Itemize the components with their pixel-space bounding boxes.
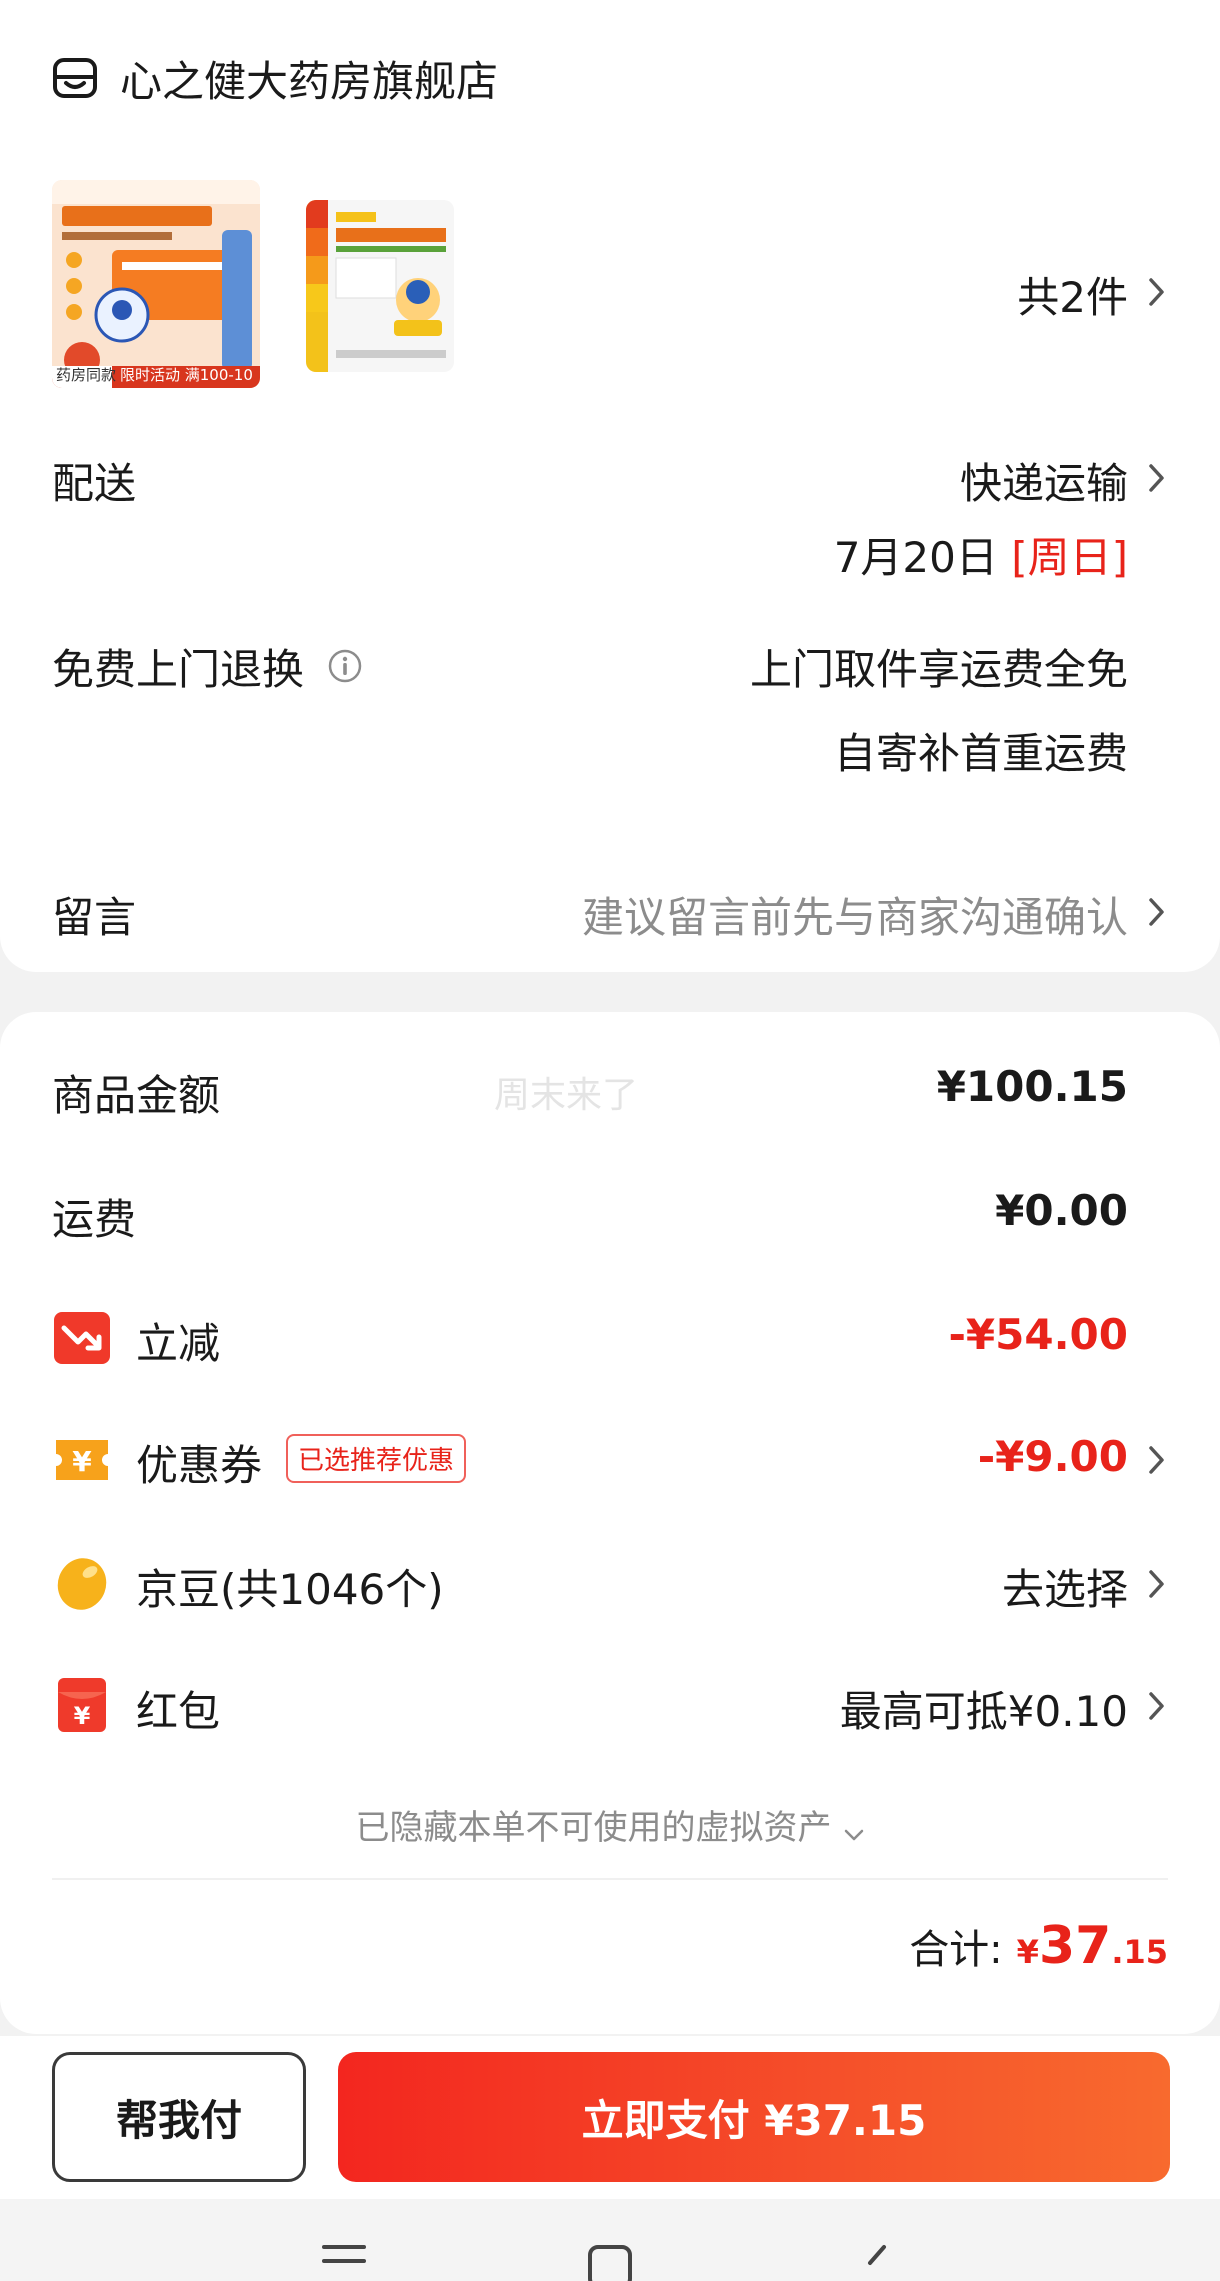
total-label: 合计: — [909, 1927, 1003, 1973]
product-thumbnail[interactable] — [306, 200, 454, 372]
goods-amount-label: 商品金额 — [52, 1071, 221, 1120]
returns-label: 免费上门退换 — [52, 644, 305, 694]
chevron-right-icon — [1149, 1692, 1164, 1720]
chevron-right-icon — [1149, 898, 1164, 926]
store-header[interactable]: 心之健大药房旗舰店 — [52, 48, 498, 108]
product-tag: 药房同款 — [56, 366, 117, 384]
message-label: 留言 — [52, 893, 137, 942]
checkout-bar: 帮我付 立即支付 ¥37.15 — [0, 2036, 1220, 2199]
red-packet-label: 红包 — [136, 1687, 221, 1736]
instant-discount-value: -¥54.00 — [948, 1310, 1128, 1359]
delivery-label: 配送 — [52, 459, 137, 508]
delivery-method[interactable]: 快递运输 — [960, 450, 1128, 511]
hidden-assets-toggle[interactable]: 已隐藏本单不可使用的虚拟资产 — [0, 1800, 1220, 1849]
total-decimal: .15 — [1111, 1933, 1168, 1971]
total-integer: 37 — [1038, 1916, 1112, 1976]
goods-amount-value: ¥100.15 — [936, 1062, 1128, 1111]
divider — [52, 1878, 1168, 1880]
chevron-down-icon — [844, 1829, 863, 1840]
coupon-recommended-badge: 已选推荐优惠 — [286, 1434, 467, 1483]
chevron-right-icon — [1149, 278, 1164, 306]
product-thumbnail[interactable] — [52, 180, 260, 388]
store-name: 心之健大药房旗舰店 — [120, 56, 499, 106]
product-promo-label: 限时活动 满100-10 — [120, 366, 253, 384]
delivery-date: 7月20日 — [833, 533, 998, 582]
system-nav-bar — [0, 2199, 1220, 2281]
jd-beans-select[interactable]: 去选择 — [1002, 1556, 1128, 1617]
nav-back-icon[interactable] — [858, 2243, 898, 2281]
coupon-yen-icon: ¥ — [56, 1440, 108, 1480]
delivery-date-row: 7月20日 [周日] — [834, 524, 1128, 585]
chevron-right-icon — [1149, 1446, 1164, 1474]
instant-discount-label: 立减 — [136, 1319, 221, 1368]
shipping-fee-label: 运费 — [52, 1195, 137, 1244]
nav-home-icon[interactable] — [586, 2243, 634, 2281]
coupon-label: 优惠券 — [136, 1441, 263, 1490]
item-count[interactable]: 共2件 — [1017, 264, 1128, 325]
shipping-fee-value: ¥0.00 — [995, 1186, 1128, 1235]
pay-now-button[interactable]: 立即支付 ¥37.15 — [338, 2052, 1170, 2182]
discount-arrow-icon — [54, 1312, 110, 1364]
total-currency: ¥ — [1016, 1933, 1039, 1971]
returns-free-pickup: 上门取件享运费全免 — [749, 645, 1128, 694]
jd-bean-icon — [57, 1558, 107, 1610]
coupon-value[interactable]: -¥9.00 — [978, 1432, 1128, 1481]
price-card: 周末来了 商品金额 ¥100.15 运费 ¥0.00 立减 -¥54.00 ¥ … — [0, 1012, 1220, 2034]
chevron-right-icon — [1149, 464, 1164, 492]
svg-text:¥: ¥ — [74, 1702, 91, 1730]
help-me-pay-button[interactable]: 帮我付 — [52, 2052, 306, 2182]
order-total: 合计: ¥ 37 .15 — [909, 1916, 1168, 1976]
delivery-weekday: [周日] — [1011, 533, 1128, 582]
product-image-icon — [52, 180, 260, 388]
order-card: 心之健大药房旗舰店 药房同款 限时活动 满100-10 共2件 配送 快递运输 … — [0, 0, 1220, 972]
message-input[interactable]: 建议留言前先与商家沟通确认 — [582, 884, 1128, 945]
chevron-right-icon — [1149, 1570, 1164, 1598]
red-packet-icon: ¥ — [58, 1678, 106, 1732]
jd-beans-label: 京豆(共1046个) — [136, 1565, 444, 1614]
red-packet-value[interactable]: 最高可抵¥0.10 — [840, 1678, 1128, 1739]
product-image-icon — [306, 200, 454, 372]
svg-text:¥: ¥ — [72, 1445, 92, 1478]
returns-label-row: 免费上门退换 — [52, 636, 364, 696]
returns-self-send: 自寄补首重运费 — [833, 729, 1128, 778]
nav-menu-icon[interactable] — [320, 2243, 368, 2281]
hidden-assets-text: 已隐藏本单不可使用的虚拟资产 — [355, 1808, 832, 1848]
watermark-text: 周末来了 — [494, 1075, 639, 1116]
info-icon[interactable] — [326, 647, 364, 685]
store-icon — [53, 58, 97, 98]
